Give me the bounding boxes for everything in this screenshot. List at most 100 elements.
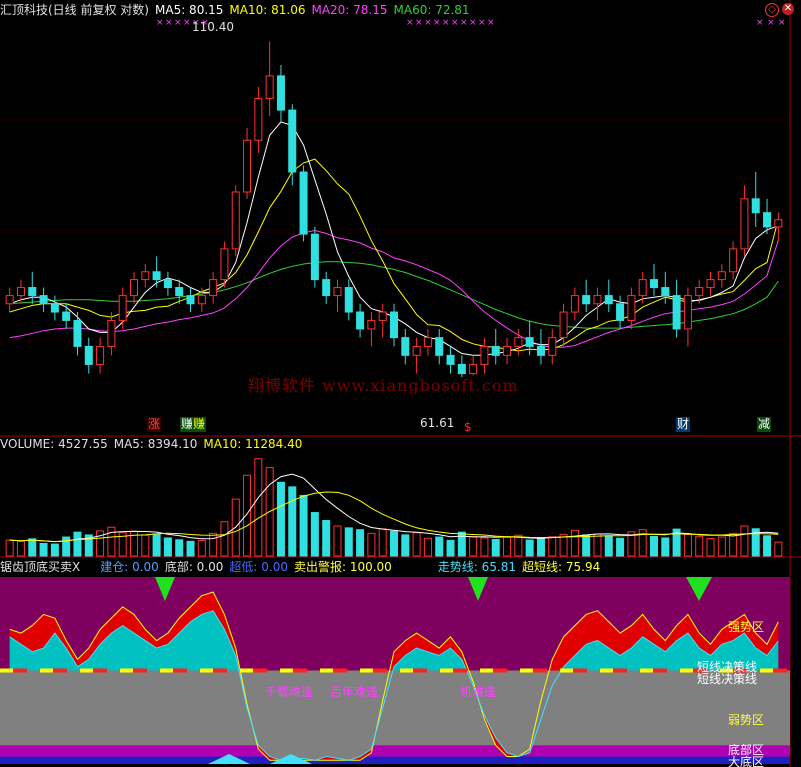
volume-bar (39, 542, 48, 557)
candle-body (96, 345, 105, 365)
volume-bar (514, 534, 523, 557)
candle-body (163, 279, 172, 289)
volume-bar (152, 533, 161, 557)
volume-bar (480, 537, 489, 557)
indicator-title: 锯齿顶底买卖X (0, 560, 81, 574)
close-icon[interactable]: ✕ (782, 3, 794, 15)
volume-bar (548, 536, 557, 557)
volume-bar (73, 531, 82, 557)
cross-marker: × (767, 18, 775, 28)
volume-bar (661, 537, 670, 557)
cross-marker: × (469, 18, 477, 28)
cross-marker: × (451, 18, 459, 28)
zone-strong-label: 强势区 (728, 620, 765, 634)
annotation-bainian: 百年难逢 (330, 685, 379, 699)
price-header: 汇顶科技(日线 前复权 对数) MA5: 80.15 MA10: 81.06 MA20… (0, 2, 476, 18)
volume-bar (28, 538, 37, 557)
ma10-legend: MA10: 81.06 (229, 3, 306, 17)
candle-body (254, 97, 263, 141)
candle-body (243, 139, 252, 193)
candle-body (175, 287, 184, 297)
annotation-jinandeng: 机难逢 (460, 685, 497, 699)
trend-line-legend: 走势线: 65.81 (437, 560, 517, 574)
volume-bar (322, 520, 331, 557)
volume-bar (220, 521, 229, 557)
volume-bar (367, 532, 376, 557)
candle-body (706, 279, 715, 289)
candle-body (480, 345, 489, 365)
candle-body (604, 295, 613, 305)
candle-body (435, 337, 444, 356)
ma20-legend: MA20: 78.15 (311, 3, 388, 17)
annotation-qianzai: 千载难逢 (265, 685, 314, 699)
volume-bar (175, 539, 184, 557)
volume-bar (491, 538, 500, 557)
volume-bar (695, 536, 704, 557)
cross-marker: × (487, 18, 495, 28)
volume-bar (469, 535, 478, 557)
candle-body (582, 295, 591, 305)
candle-body (683, 295, 692, 330)
volume-bar (525, 539, 534, 557)
candle-body (62, 311, 71, 321)
volume-bar (378, 528, 387, 557)
volume-bar (729, 532, 738, 557)
candle-body (616, 303, 625, 321)
diamond-icon[interactable]: ◇ (765, 3, 779, 17)
candle-body (559, 311, 568, 339)
candle-body (378, 311, 387, 321)
volume-bar (435, 536, 444, 557)
cross-marker: × (183, 18, 191, 28)
volume-bar (344, 527, 353, 557)
vol-ma10-legend: MA10: 11284.40 (203, 437, 303, 451)
signal-jian: 减 (757, 417, 772, 432)
candle-body (740, 198, 749, 250)
candle-body (423, 337, 432, 347)
volume-bar (616, 537, 625, 557)
candle-body (412, 345, 421, 356)
candle-body (5, 295, 14, 305)
cross-marker: × (433, 18, 441, 28)
candle-body (729, 248, 738, 273)
volume-bar (5, 539, 14, 557)
volume-bar (299, 494, 308, 557)
candle-body (344, 287, 353, 313)
candle-body (299, 171, 308, 235)
volume-bar (276, 481, 285, 557)
signal-zhang: 涨 (147, 417, 162, 432)
candle-body (333, 287, 342, 297)
candle-body (593, 295, 602, 305)
chaodi-legend: 超低: 0.00 (229, 560, 288, 574)
candle-body (186, 295, 195, 305)
candle-body (107, 319, 116, 347)
ma5-legend: MA5: 80.15 (155, 3, 224, 17)
volume-bar (774, 541, 783, 557)
candle-body (141, 271, 150, 281)
price-panel-title: 汇顶科技(日线 前复权 对数) (0, 3, 149, 17)
candle-body (525, 337, 534, 347)
cross-marker: × (478, 18, 486, 28)
volume-bar (740, 525, 749, 557)
cross-marker: × (424, 18, 432, 28)
candle-body (695, 287, 704, 297)
zone-big-bottom-label: 大底区 (728, 755, 765, 767)
candle-body (28, 287, 37, 297)
cross-marker: × (165, 18, 173, 28)
candle-body (197, 295, 206, 305)
jiancang-legend: 建仓: 0.00 (100, 560, 159, 574)
candle-body (73, 319, 82, 347)
volume-bar (717, 536, 726, 557)
cross-marker: × (174, 18, 182, 28)
cross-marker: × (756, 18, 764, 28)
volume-bar (141, 534, 150, 557)
candle-body (638, 279, 647, 297)
vol-ma5-legend: MA5: 8394.10 (113, 437, 198, 451)
candle-body (389, 311, 399, 339)
volume-bar (50, 543, 59, 557)
candle-body (118, 295, 127, 321)
volume-bar (604, 535, 613, 557)
volume-bar (356, 529, 365, 557)
cross-marker: × (415, 18, 423, 28)
big-bottom-zone-band (0, 756, 790, 764)
volume-bar (209, 532, 218, 557)
